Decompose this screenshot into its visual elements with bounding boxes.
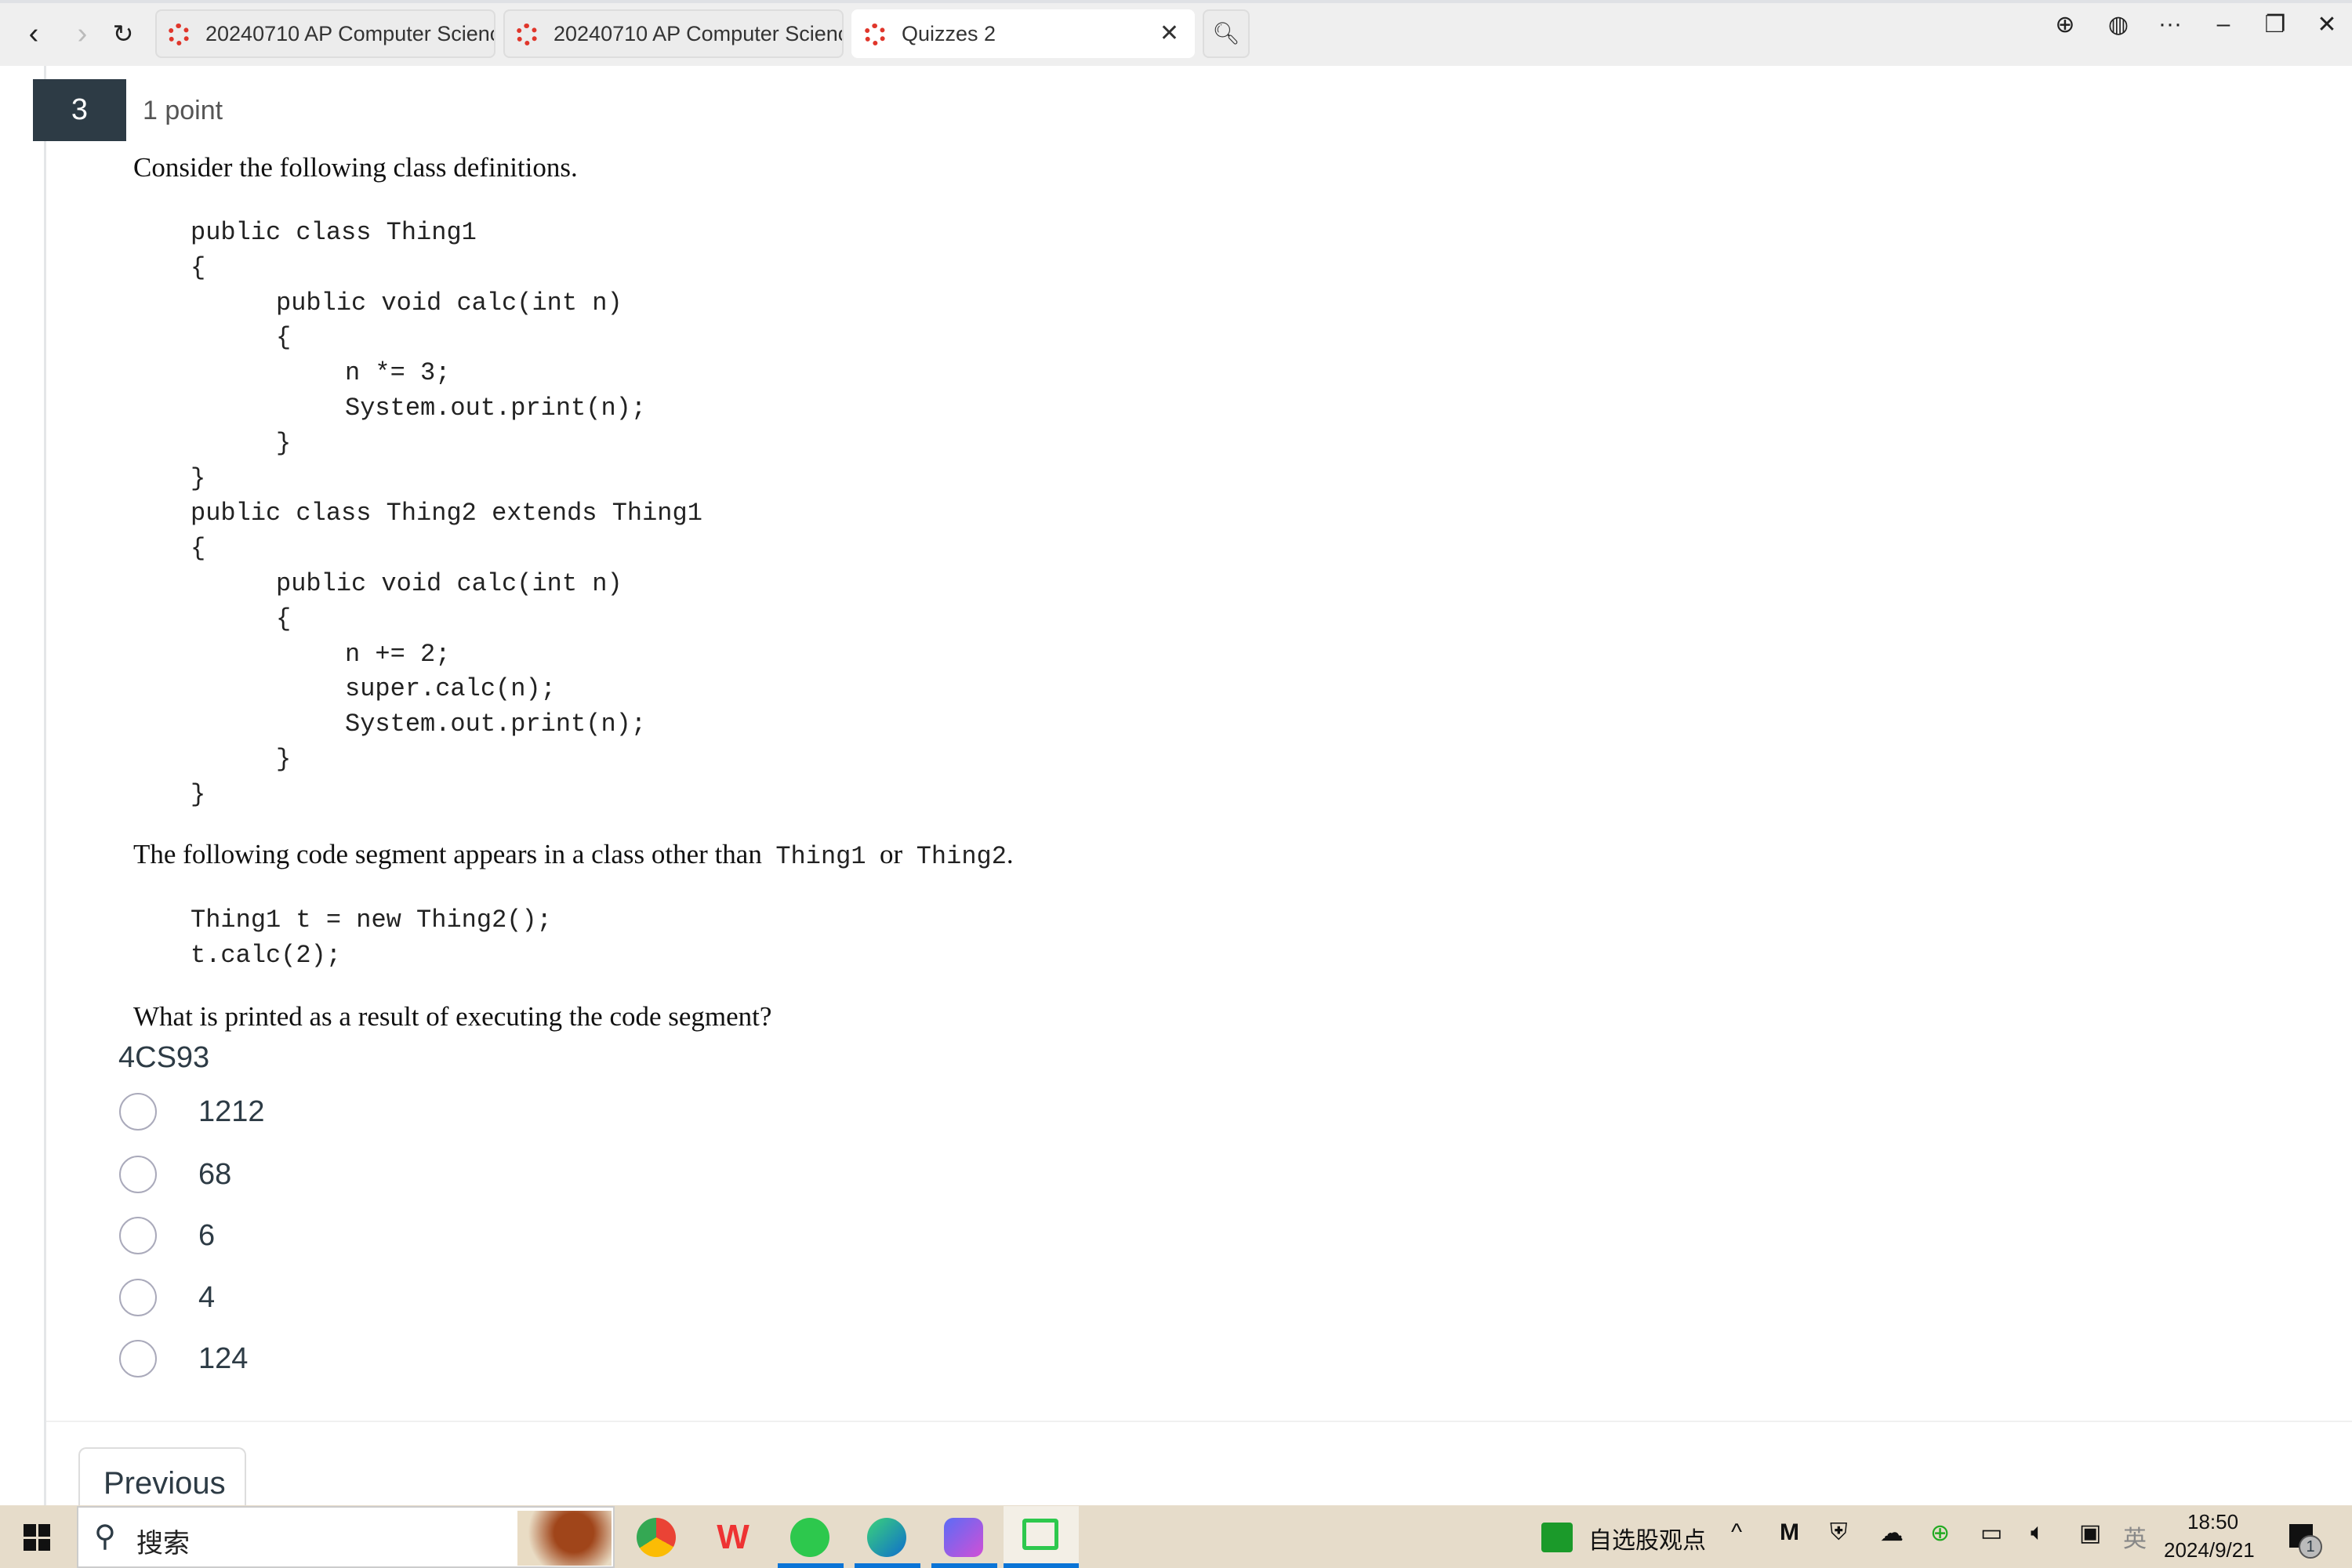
code-line: System.out.print(n); <box>345 394 647 423</box>
restore-icon[interactable]: ❐ <box>2253 11 2297 38</box>
option-label: 6 <box>198 1218 216 1252</box>
radio-button[interactable] <box>119 1217 157 1254</box>
answer-option[interactable]: 6 <box>119 1212 215 1259</box>
canvas-logo-icon <box>168 24 190 45</box>
show-hidden-icons[interactable]: ^ <box>1731 1519 1742 1546</box>
running-indicator <box>778 1563 844 1568</box>
chrome-icon[interactable] <box>637 1518 676 1557</box>
globe-icon[interactable]: ◍ <box>2096 11 2140 38</box>
answer-option[interactable]: 1212 <box>119 1088 265 1135</box>
text: The following code segment appears in a … <box>133 839 762 869</box>
code-line: public class Thing2 extends Thing1 <box>191 499 702 528</box>
question-intro: Consider the following class definitions… <box>133 152 578 183</box>
app-plus-icon[interactable]: ⊕ <box>1930 1519 1950 1547</box>
divider <box>46 1421 2352 1422</box>
notification-count: 1 <box>2299 1535 2322 1559</box>
option-label: 4 <box>198 1280 216 1314</box>
forward-icon[interactable]: › <box>63 14 102 53</box>
clock-time[interactable]: 18:50 <box>2187 1510 2238 1534</box>
question-prompt: What is printed as a result of executing… <box>133 1001 772 1032</box>
close-tab-icon[interactable]: ✕ <box>1160 11 1179 56</box>
question-number: 3 <box>33 79 126 141</box>
answer-option[interactable]: 68 <box>119 1151 231 1198</box>
radio-button[interactable] <box>119 1279 157 1316</box>
code-line: n += 2; <box>345 639 451 669</box>
code-line: public void calc(int n) <box>276 288 622 318</box>
code-line: } <box>191 779 206 809</box>
canvas-logo-icon <box>864 24 886 45</box>
code-line: System.out.print(n); <box>345 710 647 739</box>
code-line: { <box>191 252 206 282</box>
devtools-icon <box>1022 1519 1058 1550</box>
running-indicator <box>855 1563 920 1568</box>
code-line: } <box>191 463 206 493</box>
reload-icon[interactable]: ↻ <box>103 14 143 53</box>
question-tag: 4CS93 <box>118 1041 210 1074</box>
code-line: { <box>191 534 206 564</box>
code-line: n *= 3; <box>345 358 451 388</box>
code-segment-line: Thing1 t = new Thing2(); <box>191 906 552 935</box>
code-line: } <box>276 745 292 774</box>
question-points: 1 point <box>143 96 223 125</box>
tray-m-icon[interactable]: M <box>1780 1519 1799 1546</box>
clock-date[interactable]: 2024/9/21 <box>2164 1538 2255 1563</box>
inline-code: Thing1 <box>775 842 866 871</box>
text: or <box>880 839 903 869</box>
windows-start-icon[interactable] <box>24 1524 50 1551</box>
running-indicator <box>931 1563 997 1568</box>
answer-option[interactable]: 4 <box>119 1274 215 1321</box>
download-icon[interactable]: ⊕ <box>2043 11 2087 38</box>
ime-indicator[interactable]: 英 <box>2123 1519 2147 1554</box>
code-line: super.calc(n); <box>345 674 556 704</box>
code-line: public class Thing1 <box>191 218 477 247</box>
search-icon: ⚲ <box>94 1520 116 1553</box>
taskbar-search[interactable]: ⚲ 搜索 <box>77 1506 615 1568</box>
stock-news-icon[interactable] <box>1541 1523 1573 1552</box>
option-label: 1212 <box>198 1094 265 1128</box>
radio-button[interactable] <box>119 1340 157 1377</box>
more-icon[interactable]: ··· <box>2148 11 2192 38</box>
search-placeholder: 搜索 <box>136 1529 190 1559</box>
radio-button[interactable] <box>119 1093 157 1131</box>
code-segment-line: t.calc(2); <box>191 941 342 970</box>
option-label: 124 <box>198 1341 249 1375</box>
running-indicator <box>1004 1563 1079 1568</box>
code-line: } <box>276 428 292 458</box>
edge-icon[interactable] <box>867 1518 906 1557</box>
tab-title: 20240710 AP Computer Science <box>554 22 844 45</box>
tab-title: Quizzes 2 <box>902 22 996 45</box>
wechat-devtools-active[interactable] <box>1004 1506 1079 1568</box>
red-panda-image <box>517 1511 612 1566</box>
tab-title: 20240710 AP Computer Science <box>205 22 495 45</box>
segment-description: The following code segment appears in a … <box>133 839 1014 871</box>
text: . <box>1006 839 1014 869</box>
app-icon[interactable] <box>944 1518 983 1557</box>
tab-search-icon[interactable]: 🔍︎ <box>1203 9 1250 58</box>
battery-icon[interactable]: ▭ <box>1980 1519 2002 1547</box>
volume-icon[interactable]: 🔈︎ <box>2031 1519 2045 1546</box>
stock-news-label[interactable]: 自选股观点 <box>1588 1521 1706 1555</box>
radio-button[interactable] <box>119 1156 157 1193</box>
minimize-icon[interactable]: – <box>2201 11 2245 38</box>
inline-code: Thing2 <box>916 842 1007 871</box>
answer-option[interactable]: 124 <box>119 1335 248 1382</box>
question-border <box>44 66 46 1505</box>
code-line: { <box>276 604 292 633</box>
tab-1[interactable]: 20240710 AP Computer Science <box>155 9 495 58</box>
network-icon[interactable]: ▣ <box>2079 1519 2101 1547</box>
code-line: public void calc(int n) <box>276 569 622 598</box>
wechat-icon[interactable] <box>790 1518 829 1557</box>
close-window-icon[interactable]: ✕ <box>2305 11 2349 38</box>
code-line: { <box>276 323 292 353</box>
option-label: 68 <box>198 1157 232 1191</box>
security-shield-icon[interactable]: ⛨ <box>1830 1519 1848 1546</box>
back-icon[interactable]: ‹ <box>14 14 53 53</box>
wps-icon[interactable]: W <box>713 1518 753 1557</box>
canvas-logo-icon <box>516 24 538 45</box>
tab-3-active[interactable]: Quizzes 2 ✕ <box>851 9 1195 58</box>
onedrive-sync-icon[interactable]: ☁ <box>1880 1519 1904 1547</box>
tab-2[interactable]: 20240710 AP Computer Science <box>503 9 844 58</box>
